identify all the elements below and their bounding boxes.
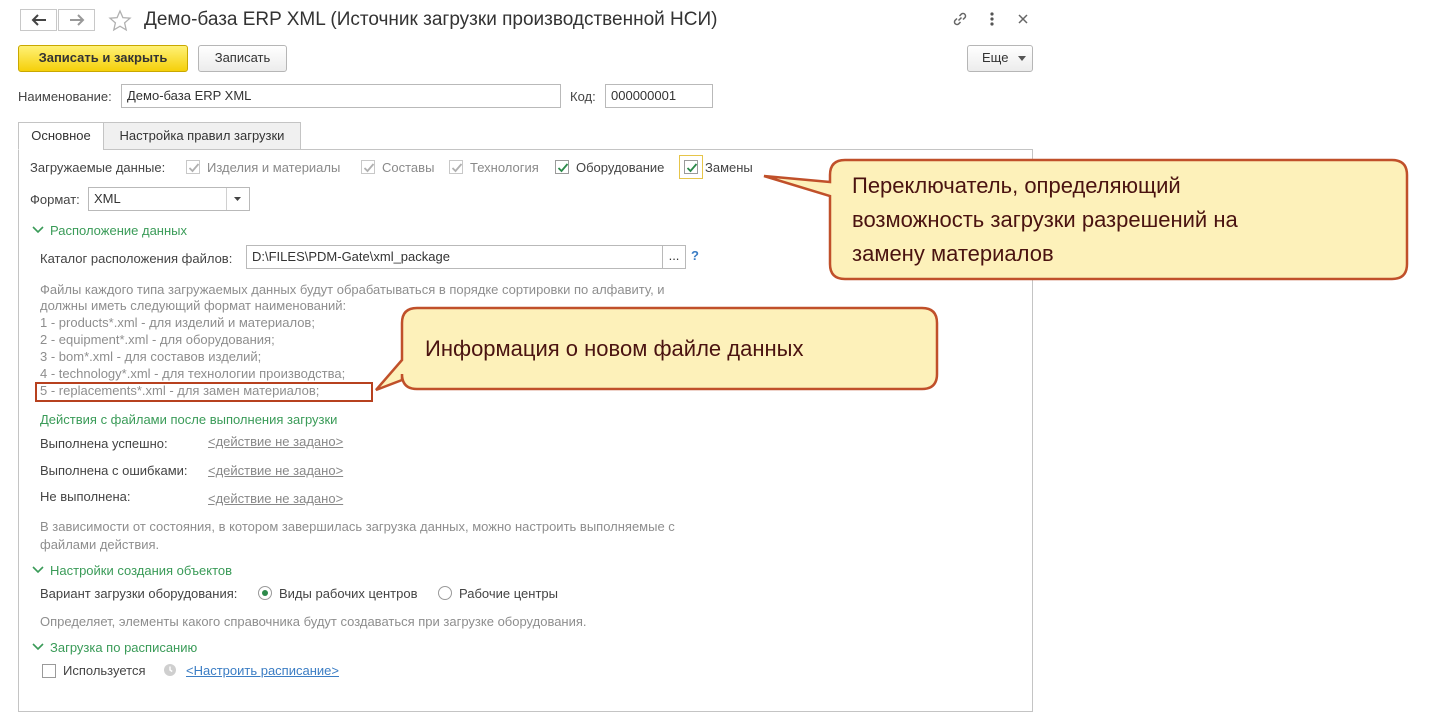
note-line: 4 - technology*.xml - для технологии про… [40,366,346,381]
note-line: 1 - products*.xml - для изделий и матери… [40,315,315,330]
help-icon[interactable]: ? [691,248,699,263]
dir-label: Каталог расположения файлов: [40,251,233,266]
chevron-down-icon [32,643,44,651]
section-object-creation-title: Настройки создания объектов [50,563,233,578]
schedule-link[interactable]: <Настроить расписание> [186,663,339,678]
action-errors-link[interactable]: <действие не задано> [208,463,343,478]
variant-label: Вариант загрузки оборудования: [40,586,238,601]
checkmark-icon [686,163,698,173]
checkbox-bom[interactable] [361,160,375,174]
checkmark-icon [188,163,200,173]
star-icon[interactable] [108,9,132,33]
more-vertical-icon[interactable] [984,10,1000,28]
radio-work-center-types-label: Виды рабочих центров [279,586,418,601]
action-success-link[interactable]: <действие не задано> [208,434,343,449]
arrow-left-icon [31,14,46,26]
more-button-label: Еще [982,50,1009,65]
chevron-down-icon [234,197,241,201]
checkbox-replacements[interactable] [684,160,698,174]
checkbox-products-label: Изделия и материалы [207,160,341,175]
tab-load-rules[interactable]: Настройка правил загрузки [103,122,301,150]
window-title: Демо-база ERP XML (Источник загрузки про… [144,9,718,30]
name-field[interactable]: Демо-база ERP XML [121,84,561,108]
checkmark-icon [451,163,463,173]
callout-switch-line: замену материалов [852,241,1054,266]
section-file-actions-title: Действия с файлами после выполнения загр… [40,412,338,427]
callout-switch-line: Переключатель, определяющий [852,173,1181,198]
section-schedule[interactable]: Загрузка по расписанию [32,640,198,655]
note-line: Файлы каждого типа загружаемых данных бу… [40,282,665,297]
forward-button[interactable] [58,9,95,31]
action-failed-link[interactable]: <действие не задано> [208,491,343,506]
radio-dot [262,590,268,596]
callout-switch-line: возможность загрузки разрешений на [852,207,1238,232]
note-line: 3 - bom*.xml - для составов изделий; [40,349,262,364]
radio-work-centers[interactable] [438,586,452,600]
link-icon[interactable] [951,10,969,28]
section-data-location-title: Расположение данных [50,223,187,238]
note-line: 2 - equipment*.xml - для оборудования; [40,332,275,347]
action-errors-label: Выполнена с ошибками: [40,463,188,478]
save-and-close-button[interactable]: Записать и закрыть [18,45,188,72]
callout-info-text: Информация о новом файле данных [425,336,804,361]
checkmark-icon [557,163,569,173]
checkbox-equipment-label: Оборудование [576,160,665,175]
note-line: В зависимости от состояния, в котором за… [40,519,675,534]
tab-main[interactable]: Основное [18,122,104,150]
clock-icon [164,664,176,676]
checkbox-technology[interactable] [449,160,463,174]
code-field[interactable]: 000000001 [605,84,713,108]
note-line: Определяет, элементы какого справочника … [40,614,587,629]
name-label: Наименование: [18,89,112,104]
loaded-data-label: Загружаемые данные: [30,160,166,175]
section-schedule-title: Загрузка по расписанию [50,640,198,655]
highlight-box [35,382,373,402]
note-line: файлами действия. [40,537,160,552]
checkbox-schedule-used-label: Используется [63,663,146,678]
format-select[interactable]: XML [88,187,250,211]
radio-work-centers-label: Рабочие центры [459,586,558,601]
note-line: должны иметь следующий формат наименован… [40,298,347,313]
checkbox-bom-label: Составы [382,160,435,175]
action-failed-label: Не выполнена: [40,489,131,504]
checkbox-equipment[interactable] [555,160,569,174]
chevron-down-icon [1018,56,1026,61]
select-divider [226,188,227,210]
format-label: Формат: [30,192,80,207]
checkbox-products[interactable] [186,160,200,174]
arrow-right-icon [70,14,85,26]
code-label: Код: [570,89,596,104]
checkbox-schedule-used[interactable] [42,664,56,678]
format-value: XML [94,191,121,206]
section-data-location[interactable]: Расположение данных [32,223,187,238]
dir-input[interactable]: D:\FILES\PDM-Gate\xml_package [246,245,663,269]
action-success-label: Выполнена успешно: [40,436,168,451]
save-button[interactable]: Записать [198,45,287,72]
browse-button[interactable]: ... [662,245,686,269]
checkmark-icon [363,163,375,173]
more-button[interactable]: Еще [967,45,1033,72]
checkbox-replacements-label: Замены [705,160,753,175]
section-object-creation[interactable]: Настройки создания объектов [32,563,233,578]
back-button[interactable] [20,9,57,31]
chevron-down-icon [32,566,44,574]
chevron-down-icon [32,226,44,234]
checkbox-technology-label: Технология [470,160,539,175]
radio-work-center-types[interactable] [258,586,272,600]
close-icon[interactable] [1016,12,1030,26]
